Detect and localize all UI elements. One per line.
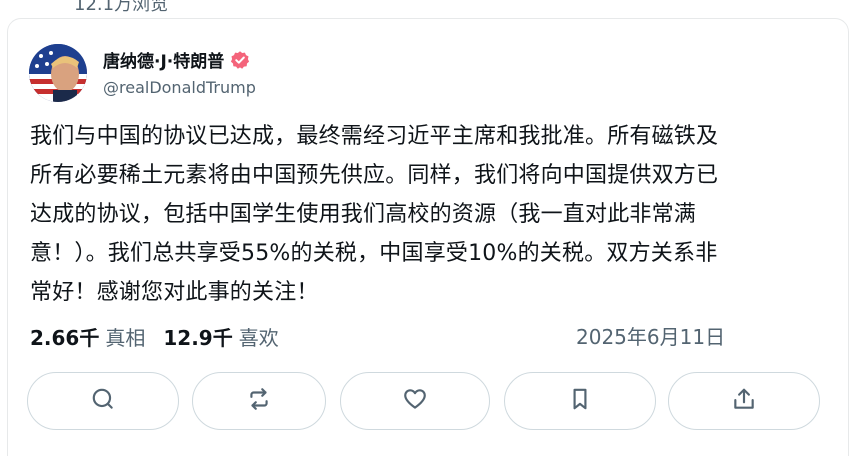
share-button[interactable] [668,372,820,430]
post-text-line: 常好！感谢您对此事的关注！ [30,280,319,305]
avatar[interactable] [29,44,87,102]
likes-count[interactable]: 12.9千 [163,322,232,351]
previous-post-snippet: 12.1万浏览 [74,0,169,15]
likes-label[interactable]: 喜欢 [239,322,279,351]
author-handle[interactable]: @realDonaldTrump [103,78,256,97]
bookmark-button[interactable] [504,372,656,430]
author-display-name[interactable]: 唐纳德·J·特朗普 [103,47,224,72]
repost-icon [246,386,272,416]
verified-badge-icon [230,50,250,70]
post-text-line: 所有必要稀土元素将由中国预先供应。同样，我们将向中国提供双方已 [30,163,719,188]
reply-button[interactable] [27,372,179,430]
post-page: 12.1万浏览 唐纳德·J·特朗普 @realDonaldTrump 我们与中国… [0,0,856,456]
truths-count[interactable]: 2.66千 [30,322,99,351]
truths-label[interactable]: 真相 [105,322,145,351]
post-text-line: 我们与中国的协议已达成，最终需经习近平主席和我批准。所有磁铁及 [30,124,719,149]
bookmark-icon [567,386,593,416]
post-text-line: 意！）。我们总共享受55%的关税，中国享受10%的关税。双方关系非 [30,241,718,266]
heart-icon [402,386,428,416]
post-text: 我们与中国的协议已达成，最终需经习近平主席和我批准。所有磁铁及 所有必要稀土元素… [30,117,810,312]
post-text-line: 达成的协议，包括中国学生使用我们高校的资源（我一直对此非常满 [30,202,697,227]
author-name-row: 唐纳德·J·特朗普 [103,47,250,72]
reply-icon [90,386,116,416]
like-button[interactable] [340,372,490,430]
repost-button[interactable] [192,372,326,430]
share-icon [731,386,757,416]
post-date: 2025年6月11日 [576,325,726,349]
